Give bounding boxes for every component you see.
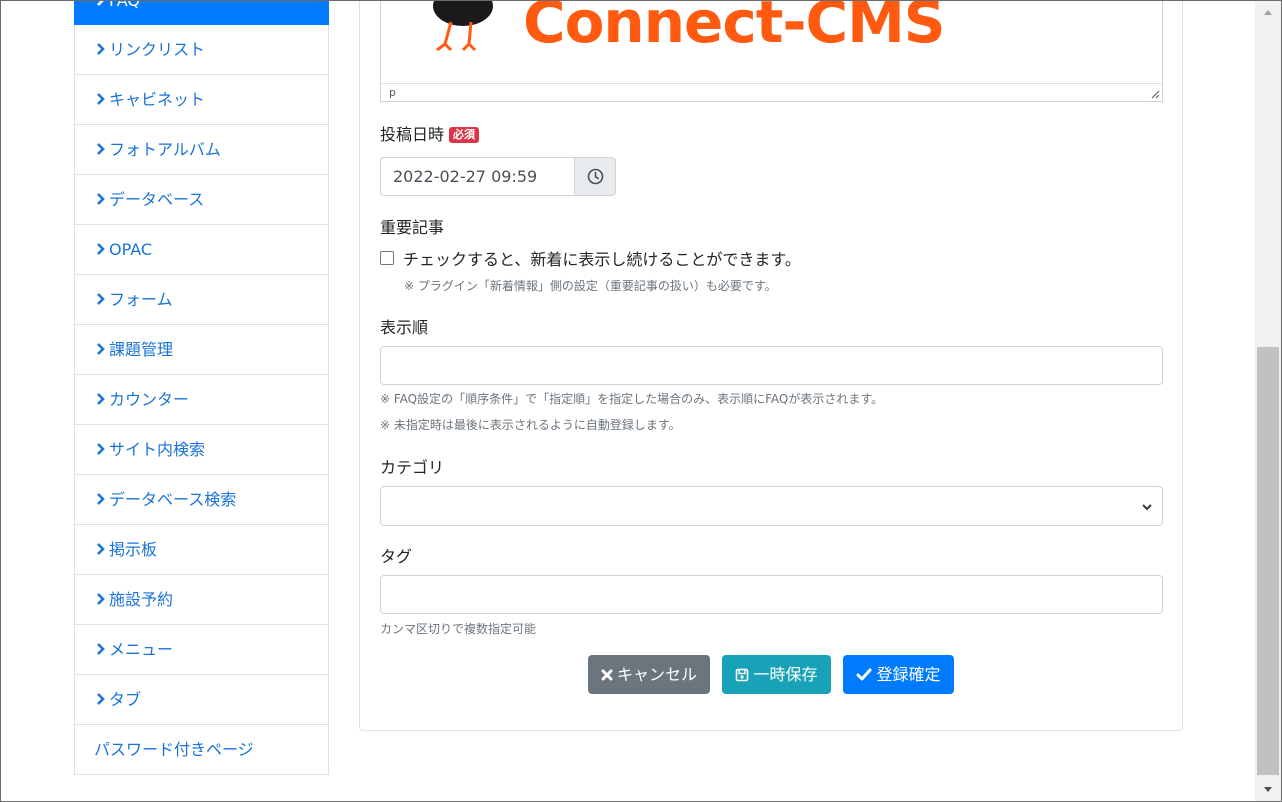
sidebar-item-label: 施設予約 [109, 590, 174, 609]
category-label: カテゴリ [380, 458, 445, 477]
sidebar-item-label: データベース [109, 190, 205, 209]
important-checkbox[interactable] [380, 251, 394, 265]
browser-viewport: FAQ リンクリスト キャビネット フォトアルバム データベース OPAC フォ… [0, 0, 1282, 802]
chevron-right-icon [95, 691, 107, 707]
sidebar-item-form[interactable]: フォーム [74, 275, 329, 325]
posted-at-input[interactable]: 2022-02-27 09:59 [380, 157, 574, 196]
tags-label: タグ [380, 547, 413, 566]
confirm-register-button[interactable]: 登録確定 [843, 655, 954, 694]
sidebar-item-opac[interactable]: OPAC [74, 225, 329, 275]
chevron-right-icon [95, 241, 107, 257]
tags-note: カンマ区切りで複数指定可能 [380, 622, 537, 636]
sidebar-item-photoalbum[interactable]: フォトアルバム [74, 125, 329, 175]
tags-input[interactable] [380, 575, 1163, 614]
editor-statusbar-path: p [381, 83, 1162, 101]
resize-grip-icon[interactable] [1151, 90, 1160, 99]
rich-text-editor[interactable]: Connect-CMS p [380, 1, 1163, 102]
scroll-up-arrow-icon[interactable] [1255, 1, 1281, 25]
sidebar-item-label: FAQ [109, 0, 140, 10]
sidebar-item-database[interactable]: データベース [74, 175, 329, 225]
chevron-right-icon [95, 41, 107, 57]
vertical-scrollbar[interactable] [1255, 1, 1281, 801]
sidebar-item-label: タブ [109, 690, 142, 709]
posted-at-label: 投稿日時 必須 [380, 121, 480, 145]
clock-button[interactable] [574, 157, 616, 196]
sidebar-item-password-page[interactable]: パスワード付きページ [74, 725, 329, 775]
sidebar-item-cabinet[interactable]: キャビネット [74, 75, 329, 125]
sidebar-item-bbs[interactable]: 掲示板 [74, 525, 329, 575]
scroll-down-arrow-icon[interactable] [1255, 777, 1281, 801]
important-note: ※ プラグイン「新着情報」側の設定（重要記事の扱い）も必要です。 [404, 279, 777, 293]
display-order-label: 表示順 [380, 318, 429, 337]
sidebar-item-label: サイト内検索 [109, 440, 206, 459]
sidebar-item-sitesearch[interactable]: サイト内検索 [74, 425, 329, 475]
chevron-right-icon [95, 641, 107, 657]
chevron-right-icon [95, 1, 107, 8]
display-order-note-2: ※ 未指定時は最後に表示されるように自動登録します。 [380, 418, 681, 432]
sidebar-item-label: データベース検索 [109, 490, 237, 509]
chevron-right-icon [95, 491, 107, 507]
sidebar-item-label: キャビネット [109, 90, 206, 109]
chevron-right-icon [95, 141, 107, 157]
sidebar-item-label: メニュー [109, 640, 174, 659]
sidebar-item-label: フォーム [109, 290, 173, 309]
floppy-disk-icon [736, 668, 749, 681]
important-checkbox-row: チェックすると、新着に表示し続けることができます。 [380, 247, 801, 269]
sidebar-item-faq[interactable]: FAQ [74, 0, 329, 25]
sidebar-item-reservation[interactable]: 施設予約 [74, 575, 329, 625]
sidebar-item-label: パスワード付きページ [94, 740, 254, 759]
logo-text: Connect-CMS [523, 0, 946, 56]
category-select[interactable] [380, 486, 1163, 526]
sidebar-plugin-menu: FAQ リンクリスト キャビネット フォトアルバム データベース OPAC フォ… [74, 0, 329, 775]
chevron-down-icon [1142, 504, 1152, 511]
temp-save-button-label: 一時保存 [753, 665, 818, 684]
sidebar-item-tabs[interactable]: タブ [74, 675, 329, 725]
sidebar-item-label: フォトアルバム [109, 140, 221, 159]
connect-cms-logo: Connect-CMS [411, 1, 946, 58]
sidebar-item-linklist[interactable]: リンクリスト [74, 25, 329, 75]
required-badge: 必須 [449, 127, 480, 143]
important-checkbox-label[interactable]: チェックすると、新着に表示し続けることができます。 [403, 246, 801, 270]
sidebar-item-menu[interactable]: メニュー [74, 625, 329, 675]
chevron-right-icon [95, 391, 107, 407]
check-icon [856, 668, 872, 680]
bird-mascot-icon [433, 1, 493, 52]
sidebar-item-dbsearch[interactable]: データベース検索 [74, 475, 329, 525]
sidebar-item-label: カウンター [109, 390, 190, 409]
posted-at-label-text: 投稿日時 [380, 125, 445, 144]
sidebar-item-label: OPAC [109, 240, 153, 259]
chevron-right-icon [95, 341, 107, 357]
sidebar-item-label: 掲示板 [109, 540, 158, 559]
close-icon [601, 669, 613, 680]
chevron-right-icon [95, 591, 107, 607]
cancel-button-label: キャンセル [616, 665, 697, 684]
temp-save-button[interactable]: 一時保存 [722, 655, 831, 694]
display-order-note-1: ※ FAQ設定の「順序条件」で「指定順」を指定した場合のみ、表示順にFAQが表示… [380, 392, 884, 406]
display-order-input[interactable] [380, 346, 1163, 385]
confirm-register-button-label: 登録確定 [876, 665, 941, 684]
chevron-right-icon [95, 541, 107, 557]
chevron-right-icon [95, 191, 107, 207]
scrollbar-thumb[interactable] [1257, 347, 1279, 775]
chevron-right-icon [95, 441, 107, 457]
sidebar-item-counter[interactable]: カウンター [74, 375, 329, 425]
chevron-right-icon [95, 91, 107, 107]
clock-icon [587, 168, 603, 185]
important-label: 重要記事 [380, 218, 445, 237]
posted-at-datetime-picker: 2022-02-27 09:59 [380, 157, 616, 196]
sidebar-item-label: リンクリスト [109, 40, 206, 59]
chevron-right-icon [95, 291, 107, 307]
sidebar-item-learningtask[interactable]: 課題管理 [74, 325, 329, 375]
sidebar-item-label: 課題管理 [109, 340, 174, 359]
cancel-button[interactable]: キャンセル [588, 655, 710, 694]
